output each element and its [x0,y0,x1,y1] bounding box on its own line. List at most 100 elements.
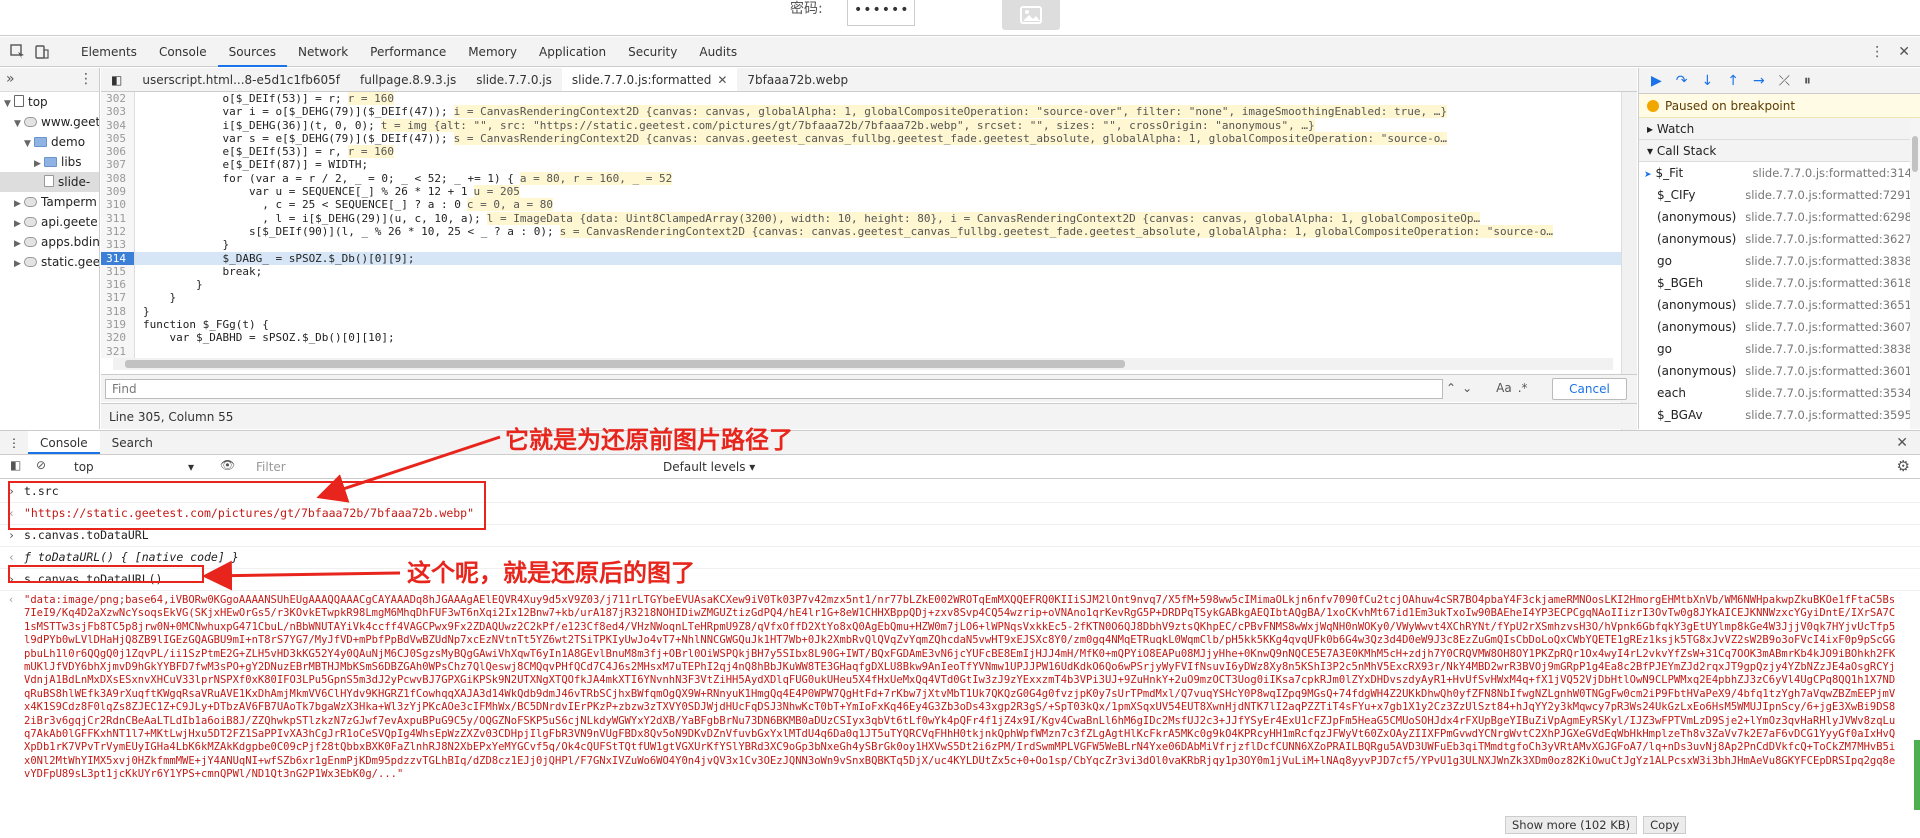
call-frame[interactable]: $_BGEh slide.7.7.0.js:formatted:3618 [1639,272,1920,294]
line-number[interactable]: 306 [101,145,135,159]
close-tab-icon[interactable]: ✕ [717,73,727,87]
line-number[interactable]: 318 [101,304,135,319]
frame-location[interactable]: slide.7.7.0.js:formatted:3595 [1745,404,1912,426]
file-tab-slide-formatted[interactable]: slide.7.7.0.js:formatted ✕ [561,68,738,91]
code-line[interactable]: 318} [101,304,1621,319]
more-tabs-icon[interactable]: » [6,71,15,87]
deactivate-breakpoints-icon[interactable]: ⤫ [1779,73,1790,89]
tab-memory[interactable]: Memory [457,37,528,67]
code-line[interactable]: 307 e[$_DEIf(87)] = WIDTH; [101,158,1621,172]
step-into-icon[interactable]: ↓ [1702,73,1714,89]
gear-icon[interactable]: ⚙ [1897,457,1910,475]
code-line[interactable]: 306 e[$_DEIf(53)] = r, r = 160 [101,145,1621,159]
line-number[interactable]: 310 [101,198,135,212]
console-filter-input[interactable]: Filter [250,457,650,477]
tab-security[interactable]: Security [617,37,688,67]
drawer-tab-search[interactable]: Search [100,431,165,454]
line-number[interactable]: 309 [101,185,135,199]
file-tab-userscript[interactable]: userscript.html...8-e5d1c1fb605f [132,68,350,91]
cancel-button[interactable]: Cancel [1552,378,1627,400]
frame-location[interactable]: slide.7.7.0.js:formatted:3601 [1745,360,1912,382]
scroll-thumb[interactable] [125,360,1125,368]
tree-item-apps-bdin[interactable]: ▶ apps.bdin [0,232,99,252]
code-line[interactable]: 305 var s = e[$_DEHG(79)]($_DEIf(47)); s … [101,131,1621,146]
call-frame[interactable]: (anonymous) slide.7.7.0.js:formatted:3607 [1639,316,1920,338]
frame-location[interactable]: slide.7.7.0.js:formatted:3607 [1745,316,1912,338]
code-line[interactable]: 317 } [101,291,1621,305]
code-line[interactable]: 312 s[$_DEIf(90)](l, _ % 26 * 10, 25 < _… [101,224,1621,239]
find-prev-icon[interactable]: ⌃ [1446,381,1456,395]
frame-location[interactable]: slide.7.7.0.js:formatted:3838 [1745,250,1912,272]
code-line[interactable]: 303 var i = o[$_DEHG(79)]($_DEIf(47)); i … [101,105,1621,119]
tab-console[interactable]: Console [148,37,218,67]
kebab-menu-icon[interactable]: ⋮ [1870,44,1884,60]
code-line[interactable]: 315 break; [101,264,1621,279]
match-case-button[interactable]: Aa [1496,381,1512,395]
tree-item-demo[interactable]: ▼ demo [0,132,99,152]
password-input[interactable]: •••••• [847,0,915,26]
line-number[interactable]: 307 [101,158,135,172]
navigator-menu-icon[interactable]: ⋮ [79,71,93,87]
code-line[interactable]: 319 function $_FGg(t) { [101,318,1621,332]
line-number[interactable]: 316 [101,278,135,292]
resume-icon[interactable]: ▶︎ [1651,73,1662,89]
tree-item-api-geetest[interactable]: ▶ api.geete [0,212,99,232]
file-tab-slide[interactable]: slide.7.7.0.js [466,68,562,91]
file-tab-webp[interactable]: 7bfaaa72b.webp [737,68,858,91]
tab-network[interactable]: Network [287,37,359,67]
context-selector[interactable]: top ▾ [70,457,200,477]
tab-elements[interactable]: Elements [70,37,148,67]
code-line[interactable]: 310 , c = 25 < SEQUENCE[_] ? a : 0 c = 0,… [101,198,1621,212]
line-number[interactable]: 313 [101,238,135,252]
frame-location[interactable]: slide.7.7.0.js:formatted:3534 [1745,382,1912,404]
line-number[interactable]: 302 [101,92,135,106]
frame-location[interactable]: slide.7.7.0.js:formatted:314 [1753,162,1912,184]
regex-button[interactable]: .* [1518,381,1528,395]
call-frame[interactable]: $_BGAv slide.7.7.0.js:formatted:3595 [1639,404,1920,426]
code-line[interactable]: 316 } [101,278,1621,292]
code-line[interactable]: 320 var $_DABHD = sPSOZ.$_Db()[0][10]; [101,331,1621,345]
console-sidebar-icon[interactable]: ◧ [10,458,21,472]
pause-on-exceptions-icon[interactable]: ⏸ [1804,73,1811,89]
code-line[interactable]: 314 $_DABG_ = sPSOZ.$_Db()[0][9]; [101,251,1621,265]
line-number[interactable]: 315 [101,264,135,279]
close-drawer-icon[interactable]: ✕ [1896,435,1908,451]
watch-section[interactable]: ▸ Watch [1639,118,1920,140]
line-number[interactable]: 312 [101,224,135,239]
code-line[interactable]: 304 i[$_DEHG(36)](t, 0, 0); t = img {alt:… [101,118,1621,132]
tree-item-slide[interactable]: slide- [0,172,99,192]
step-icon[interactable]: → [1753,73,1765,89]
tree-item-tampermonkey[interactable]: ▶ Tamperm [0,192,99,212]
step-out-icon[interactable]: ↑ [1727,73,1739,89]
code-line[interactable]: 309 var u = SEQUENCE[_] % 26 * 12 + 1 u =… [101,185,1621,199]
frame-location[interactable]: slide.7.7.0.js:formatted:7291 [1745,184,1912,206]
frame-location[interactable]: slide.7.7.0.js:formatted:6298 [1745,206,1912,228]
drawer-tab-console[interactable]: Console [28,431,100,454]
navigator-toggle-icon[interactable]: ◧ [101,68,132,91]
code-line[interactable]: 313 } [101,238,1621,252]
call-frame[interactable]: go slide.7.7.0.js:formatted:3838 [1639,338,1920,360]
line-number[interactable]: 304 [101,118,135,132]
call-frame[interactable]: (anonymous) slide.7.7.0.js:formatted:6298 [1639,206,1920,228]
line-number[interactable]: 317 [101,291,135,305]
tab-performance[interactable]: Performance [359,37,457,67]
find-input[interactable]: Find [105,379,1443,399]
code-line[interactable]: 311 , l = i[$_DEHG(29)](u, c, 10, a); l =… [101,211,1621,225]
line-number[interactable]: 320 [101,331,135,345]
line-number[interactable]: 321 [101,344,135,358]
find-next-icon[interactable]: ⌄ [1462,381,1472,395]
call-stack-section[interactable]: ▾ Call Stack [1639,140,1920,162]
inspect-element-icon[interactable] [10,44,26,60]
scroll-thumb[interactable] [1912,136,1918,172]
call-frame[interactable]: (anonymous) slide.7.7.0.js:formatted:3651 [1639,294,1920,316]
frame-location[interactable]: slide.7.7.0.js:formatted:3618 [1745,272,1912,294]
call-frame[interactable]: (anonymous) slide.7.7.0.js:formatted:3627 [1639,228,1920,250]
call-frame[interactable]: each slide.7.7.0.js:formatted:3534 [1639,382,1920,404]
tree-item-top[interactable]: ▼ top [0,92,99,112]
line-number[interactable]: 314 [101,251,135,265]
call-frame[interactable]: go slide.7.7.0.js:formatted:3838 [1639,250,1920,272]
line-number[interactable]: 305 [101,131,135,146]
line-number[interactable]: 303 [101,105,135,119]
call-frame[interactable]: $_CIFy slide.7.7.0.js:formatted:7291 [1639,184,1920,206]
device-toolbar-icon[interactable] [34,44,50,60]
